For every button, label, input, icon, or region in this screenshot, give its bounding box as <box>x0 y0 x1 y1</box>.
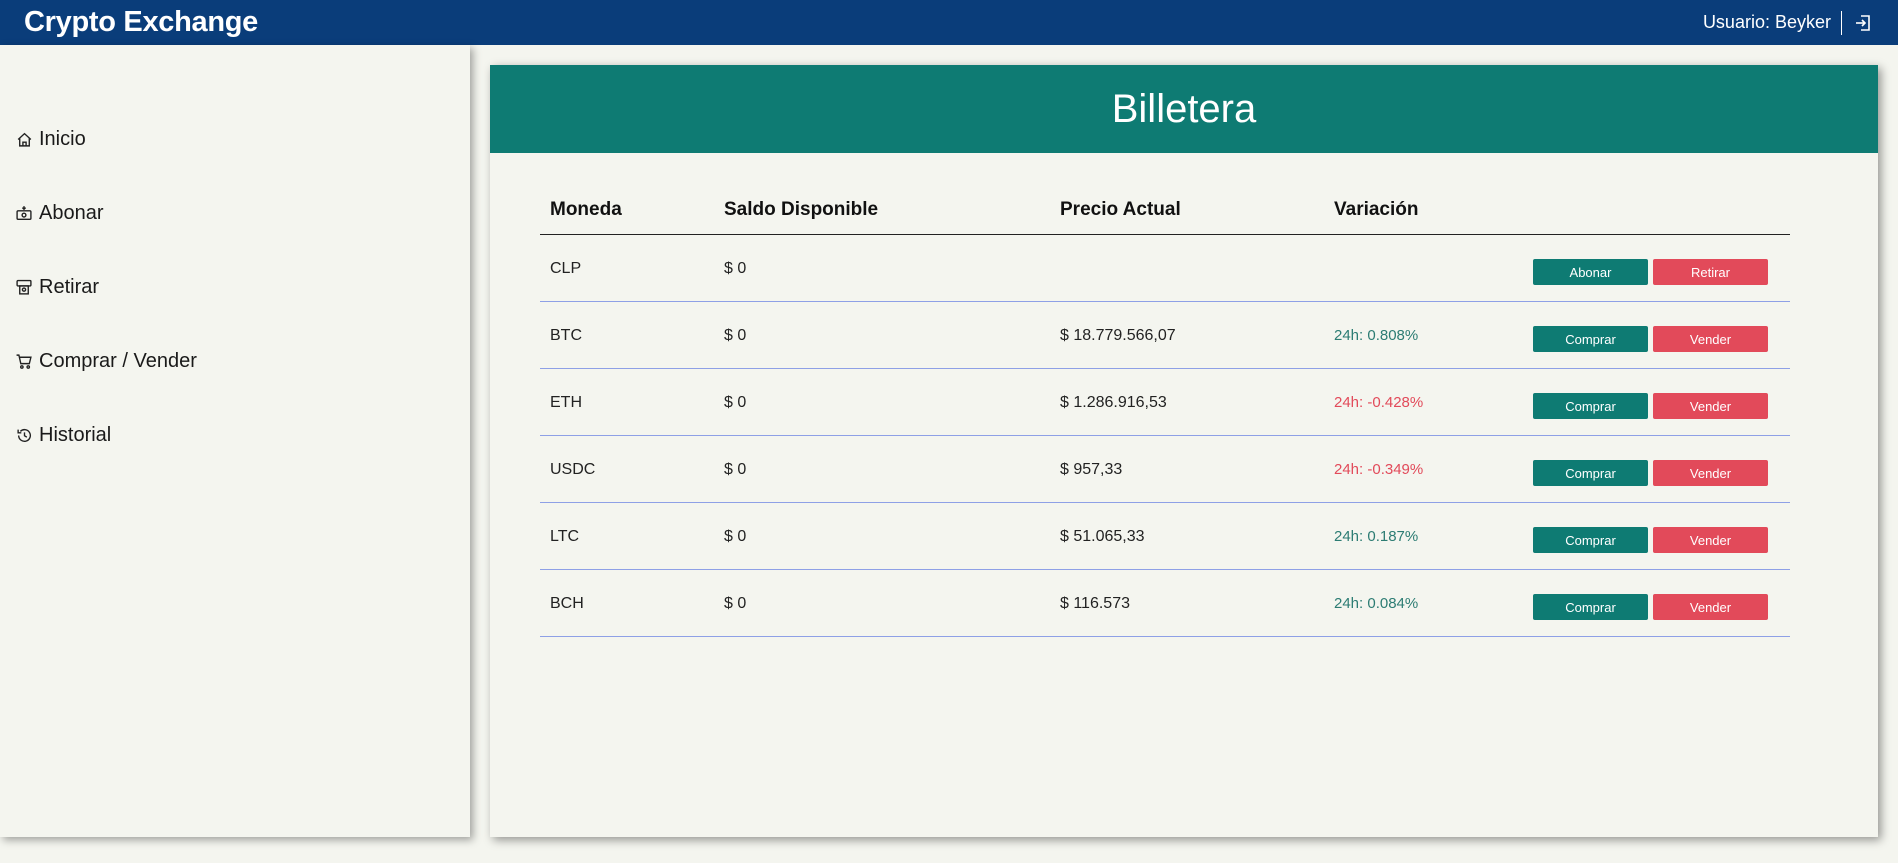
variation-cell: 24h: -0.428% <box>1334 394 1424 411</box>
vender-button[interactable]: Vender <box>1653 326 1768 352</box>
coin-cell: CLP <box>550 260 582 277</box>
sidebar: Inicio Abonar Retirar Comprar / Vender H… <box>0 45 470 837</box>
coin-cell: BTC <box>550 327 582 344</box>
sidebar-item-retirar[interactable]: Retirar <box>14 269 99 305</box>
row-actions: Comprar Vender <box>1533 594 1768 620</box>
price-cell: $ 1.286.916,53 <box>1060 394 1167 411</box>
sidebar-item-label: Historial <box>39 423 112 446</box>
balance-cell: $ 0 <box>724 528 747 545</box>
row-actions: Comprar Vender <box>1533 393 1768 419</box>
row-actions: Abonar Retirar <box>1533 259 1768 285</box>
sidebar-item-inicio[interactable]: Inicio <box>14 121 86 157</box>
row-actions: Comprar Vender <box>1533 460 1768 486</box>
coin-cell: USDC <box>550 461 596 478</box>
row-actions: Comprar Vender <box>1533 527 1768 553</box>
wallet-table: Moneda Saldo Disponible Precio Actual Va… <box>540 183 1790 637</box>
variation-cell: 24h: 0.808% <box>1334 327 1419 344</box>
home-icon <box>14 129 34 149</box>
comprar-button[interactable]: Comprar <box>1533 527 1648 553</box>
retirar-button[interactable]: Retirar <box>1653 259 1768 285</box>
table-row: LTC $ 0 $ 51.065,33 24h: 0.187% Comprar … <box>540 503 1790 570</box>
abonar-button[interactable]: Abonar <box>1533 259 1648 285</box>
deposit-icon <box>14 203 34 223</box>
user-area: Usuario: Beyker <box>1702 10 1874 35</box>
table-row: BTC $ 0 $ 18.779.566,07 24h: 0.808% Comp… <box>540 302 1790 369</box>
vender-button[interactable]: Vender <box>1653 594 1768 620</box>
user-label: Usuario: Beyker <box>1702 12 1831 32</box>
page-title: Billetera <box>1111 86 1257 131</box>
price-cell: $ 957,33 <box>1060 461 1123 478</box>
table-row: USDC $ 0 $ 957,33 24h: -0.349% Comprar V… <box>540 436 1790 503</box>
sidebar-item-historial[interactable]: Historial <box>14 417 111 453</box>
table-header: Moneda Saldo Disponible Precio Actual Va… <box>540 183 1790 235</box>
vender-button[interactable]: Vender <box>1653 460 1768 486</box>
row-actions: Comprar Vender <box>1533 326 1768 352</box>
sidebar-item-comprar-vender[interactable]: Comprar / Vender <box>14 343 197 379</box>
balance-cell: $ 0 <box>724 394 747 411</box>
balance-cell: $ 0 <box>724 595 747 612</box>
column-header-variacion: Variación <box>1334 199 1419 220</box>
price-cell: $ 51.065,33 <box>1060 528 1145 545</box>
variation-cell: 24h: 0.187% <box>1334 528 1419 545</box>
user-divider <box>1841 10 1842 35</box>
price-cell: $ 116.573 <box>1060 595 1130 612</box>
sidebar-item-label: Retirar <box>39 275 100 298</box>
sidebar-item-label: Abonar <box>39 201 104 224</box>
comprar-button[interactable]: Comprar <box>1533 393 1648 419</box>
coin-cell: ETH <box>550 394 582 411</box>
column-header-moneda: Moneda <box>550 199 622 220</box>
cart-icon <box>14 351 34 371</box>
comprar-button[interactable]: Comprar <box>1533 594 1648 620</box>
price-cell: $ 18.779.566,07 <box>1060 327 1176 344</box>
sidebar-item-label: Inicio <box>39 127 86 150</box>
variation-cell: 24h: -0.349% <box>1334 461 1424 478</box>
balance-cell: $ 0 <box>724 327 747 344</box>
balance-cell: $ 0 <box>724 461 747 478</box>
column-header-saldo: Saldo Disponible <box>724 199 879 220</box>
atm-icon <box>14 277 34 297</box>
wallet-panel: Billetera Moneda Saldo Disponible Precio… <box>490 65 1878 837</box>
column-header-precio: Precio Actual <box>1060 199 1181 220</box>
table-row: ETH $ 0 $ 1.286.916,53 24h: -0.428% Comp… <box>540 369 1790 436</box>
logout-icon[interactable] <box>1852 12 1874 34</box>
sidebar-item-abonar[interactable]: Abonar <box>14 195 104 231</box>
table-row: BCH $ 0 $ 116.573 24h: 0.084% Comprar Ve… <box>540 570 1790 637</box>
balance-cell: $ 0 <box>724 260 747 277</box>
sidebar-item-label: Comprar / Vender <box>39 349 197 372</box>
variation-cell: 24h: 0.084% <box>1334 595 1419 612</box>
history-icon <box>14 425 34 445</box>
coin-cell: BCH <box>550 595 584 612</box>
top-bar: Crypto Exchange Usuario: Beyker <box>0 0 1898 45</box>
comprar-button[interactable]: Comprar <box>1533 460 1648 486</box>
vender-button[interactable]: Vender <box>1653 527 1768 553</box>
panel-header: Billetera <box>490 65 1878 153</box>
coin-cell: LTC <box>550 528 580 545</box>
vender-button[interactable]: Vender <box>1653 393 1768 419</box>
comprar-button[interactable]: Comprar <box>1533 326 1648 352</box>
table-row: CLP $ 0 Abonar Retirar <box>540 235 1790 302</box>
app-title: Crypto Exchange <box>24 6 258 38</box>
